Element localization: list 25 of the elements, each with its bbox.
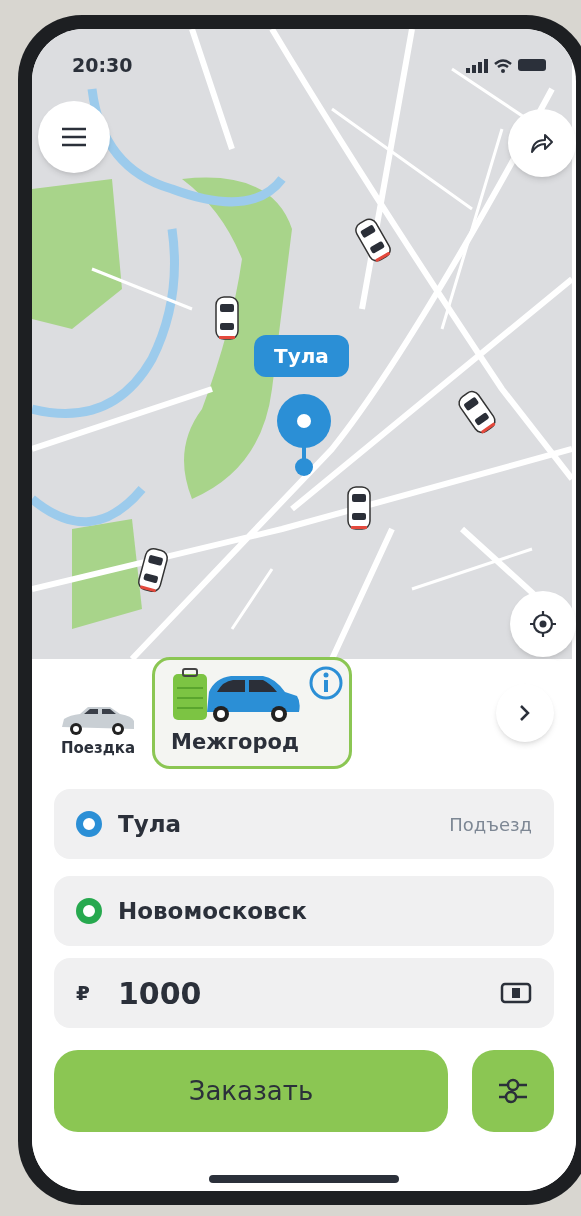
status-time: 20:30 (72, 53, 133, 78)
tariff-option[interactable]: Межгород (152, 657, 352, 769)
pin-label: Тула (254, 335, 349, 377)
info-icon[interactable] (309, 666, 343, 700)
order-button[interactable]: Заказать (54, 1050, 448, 1132)
forward-arrow-icon (530, 132, 554, 154)
price-field[interactable]: ₽ 1000 (54, 958, 554, 1028)
signal-icon (466, 57, 488, 73)
chevron-right-icon (519, 704, 531, 722)
battery-icon (518, 59, 546, 72)
address-text: Новомосковск (118, 896, 307, 926)
address-field[interactable]: Тула Подъезд (54, 789, 554, 859)
car-icon (346, 485, 372, 531)
tariff-option[interactable]: Поездка (54, 657, 142, 769)
menu-icon (61, 127, 87, 147)
target-icon (529, 610, 557, 638)
payment-icon (500, 982, 532, 1004)
address-field[interactable]: Новомосковск (54, 876, 554, 946)
wifi-icon (494, 57, 512, 73)
location-pin-icon (274, 393, 334, 477)
car-icon (214, 295, 240, 341)
filters-button[interactable] (472, 1050, 554, 1132)
currency-sign: ₽ (76, 980, 91, 1007)
address-text: Тула (118, 809, 182, 839)
price-value: 1000 (118, 974, 202, 1013)
